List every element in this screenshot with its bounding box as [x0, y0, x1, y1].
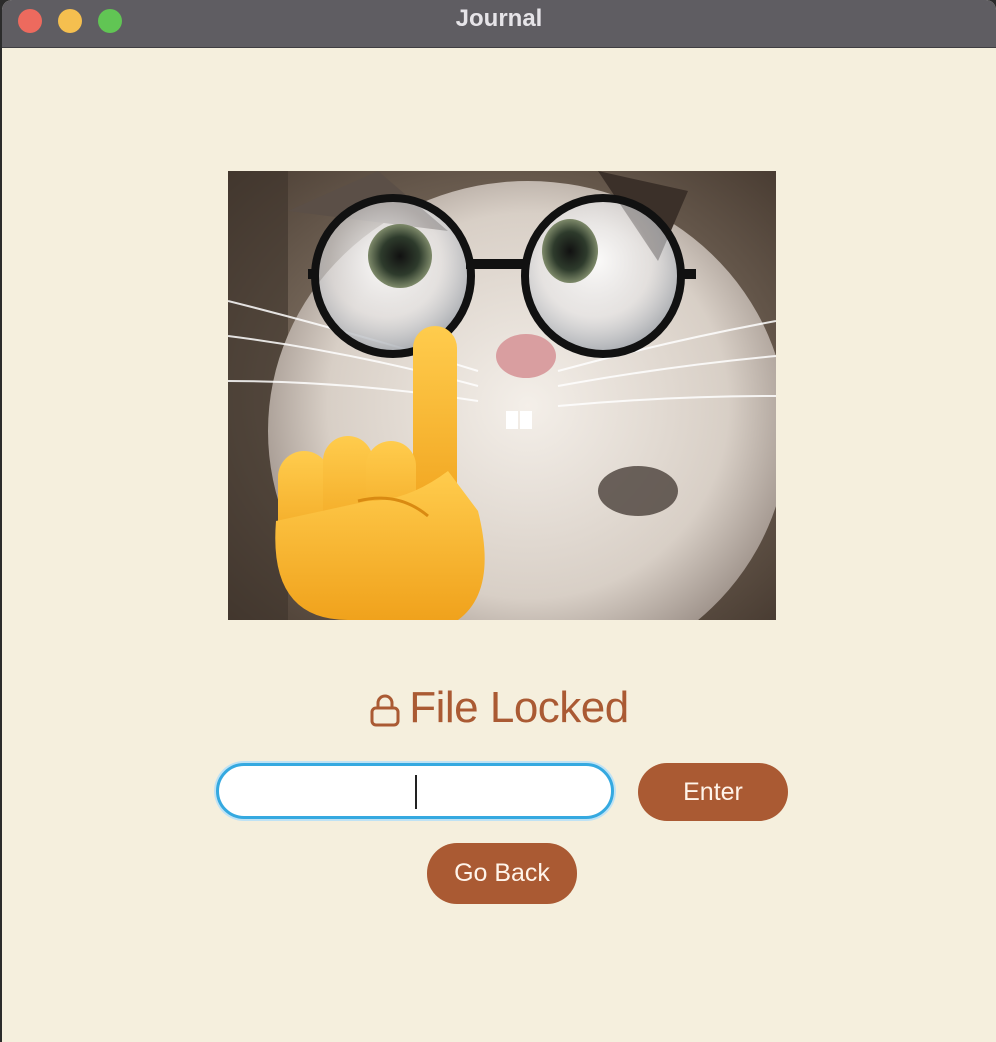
- window-title: Journal: [455, 5, 543, 32]
- enter-button[interactable]: Enter: [638, 763, 788, 821]
- lock-icon: [370, 694, 400, 727]
- title-bar[interactable]: Journal: [2, 0, 996, 48]
- app-window: Journal File Locked Enter Go Back: [2, 0, 996, 1042]
- locked-file-image: [228, 171, 776, 620]
- file-locked-heading: File Locked: [2, 682, 996, 734]
- text-cursor: [415, 775, 417, 809]
- go-back-button[interactable]: Go Back: [427, 843, 577, 904]
- file-locked-label: File Locked: [409, 683, 629, 732]
